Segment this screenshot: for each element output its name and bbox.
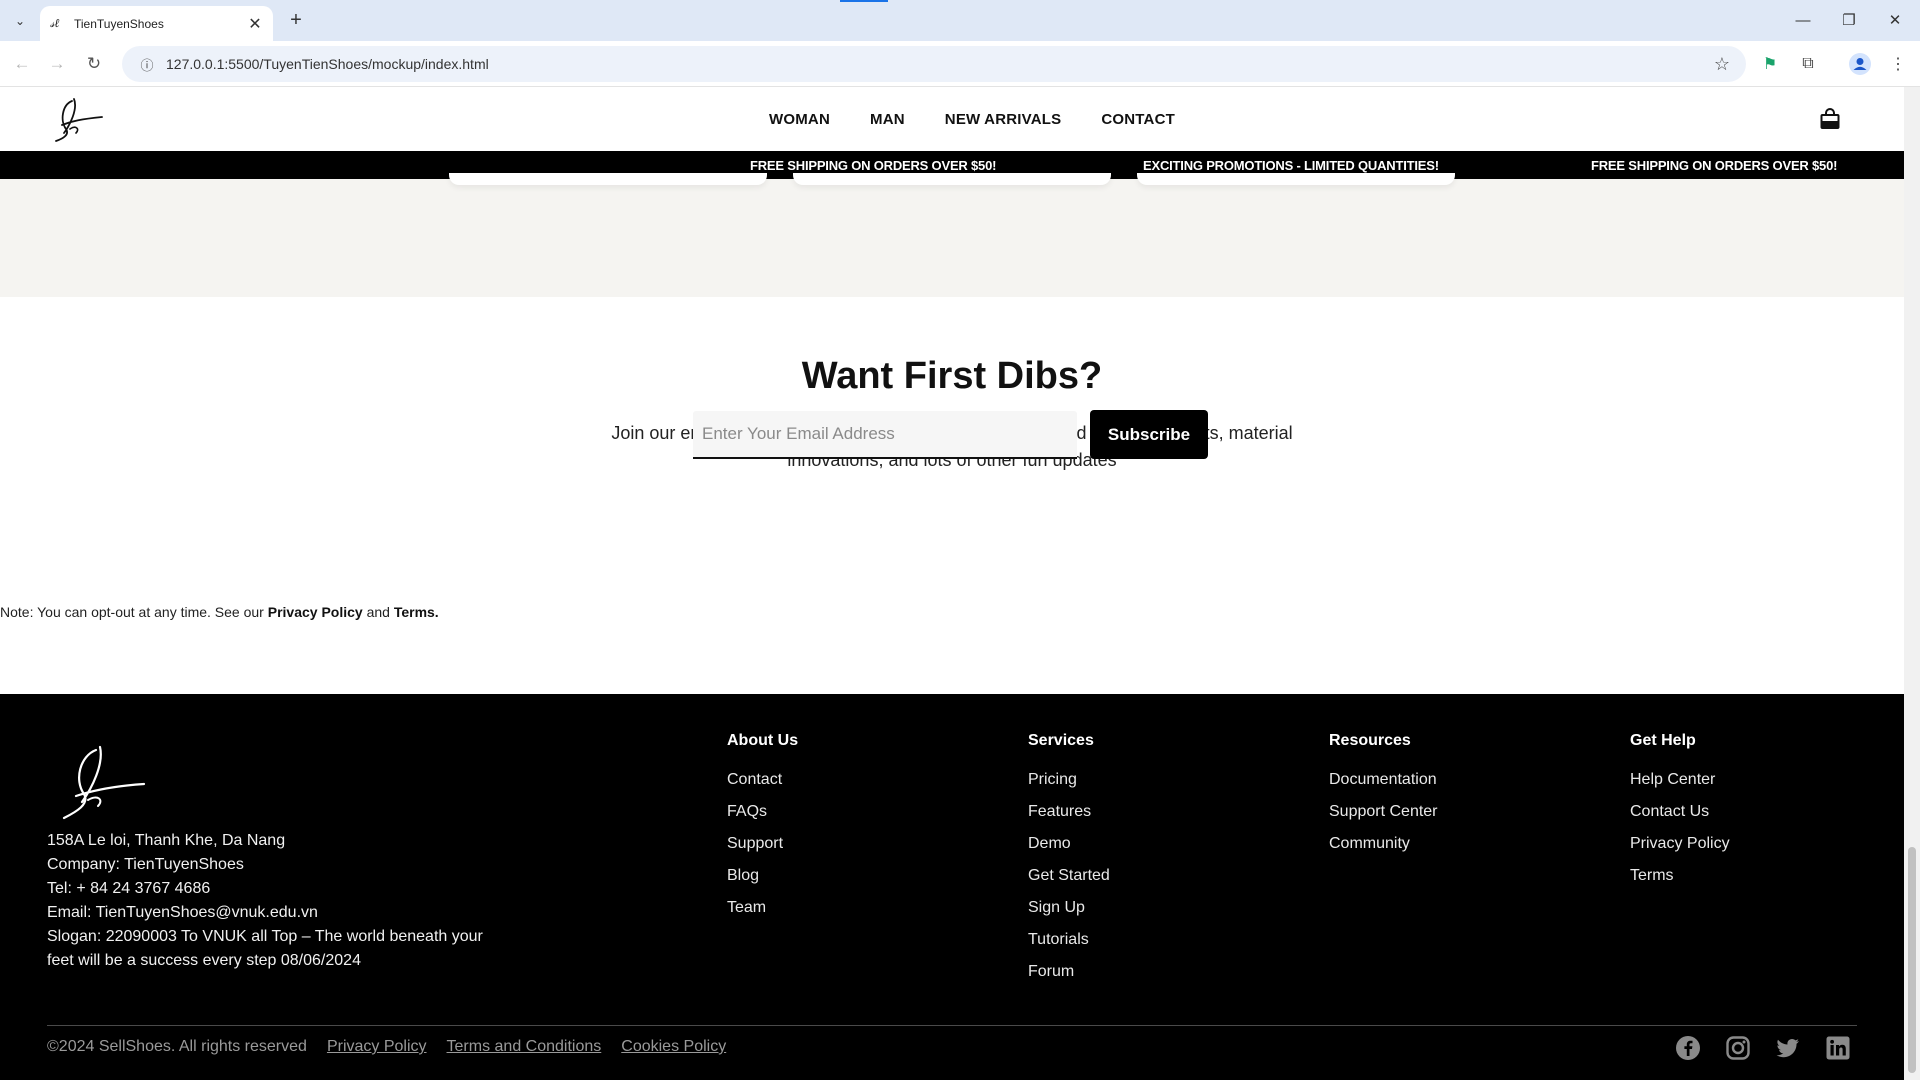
footer-divider <box>47 1025 1857 1026</box>
extension-icon[interactable]: ⚑ <box>1758 52 1782 76</box>
footer-link[interactable]: Team <box>727 892 798 924</box>
company-name: Company: TienTuyenShoes <box>47 856 244 873</box>
scrollbar-thumb[interactable] <box>1908 847 1916 1073</box>
footer-link[interactable]: Forum <box>1028 956 1110 988</box>
restore-button[interactable]: ❐ <box>1826 6 1872 34</box>
privacy-policy-link[interactable]: Privacy Policy <box>268 604 363 620</box>
footer-link[interactable]: Features <box>1028 796 1110 828</box>
site-info-icon[interactable]: ⓘ <box>132 55 162 74</box>
product-card[interactable] <box>793 173 1111 185</box>
browser-tab[interactable]: 𝓈ℓ TienTuyenShoes ✕ <box>40 6 273 41</box>
footer-column-title: Get Help <box>1630 732 1696 749</box>
company-phone: Tel: + 84 24 3767 4686 <box>47 880 211 897</box>
terms-conditions-link[interactable]: Terms and Conditions <box>447 1038 602 1056</box>
forward-button[interactable]: → <box>43 50 71 78</box>
footer-column-help: Get Help Help Center Contact Us Privacy … <box>1630 732 1730 892</box>
email-input[interactable] <box>693 411 1077 459</box>
footer-column-title: Services <box>1028 732 1094 749</box>
footer-link[interactable]: Sign Up <box>1028 892 1110 924</box>
footer-bottom-bar: ©2024 SellShoes. All rights reserved Pri… <box>47 1038 726 1056</box>
footer-link[interactable]: Support Center <box>1329 796 1438 828</box>
main-navigation: WOMAN MAN NEW ARRIVALS CONTACT <box>0 87 1904 151</box>
nav-man[interactable]: MAN <box>870 111 905 128</box>
terms-link[interactable]: Terms. <box>394 604 439 620</box>
close-window-button[interactable]: ✕ <box>1872 6 1918 34</box>
footer-link[interactable]: Demo <box>1028 828 1110 860</box>
site-footer: 158A Le loi, Thanh Khe, Da Nang Company:… <box>0 694 1904 1080</box>
company-info: 158A Le loi, Thanh Khe, Da Nang Company:… <box>47 829 487 973</box>
footer-link[interactable]: Privacy Policy <box>1630 828 1730 860</box>
products-section <box>0 173 1904 297</box>
browser-toolbar: ← → ↻ ⓘ 127.0.0.1:5500/TuyenTienShoes/mo… <box>0 41 1920 87</box>
bookmark-star-icon[interactable]: ☆ <box>1714 54 1730 75</box>
minimize-button[interactable]: — <box>1780 6 1826 34</box>
footer-link[interactable]: Pricing <box>1028 764 1110 796</box>
footer-column-about: About Us Contact FAQs Support Blog Team <box>727 732 798 924</box>
address-bar[interactable]: ⓘ 127.0.0.1:5500/TuyenTienShoes/mockup/i… <box>122 46 1746 82</box>
footer-link[interactable]: Blog <box>727 860 798 892</box>
note-prefix: Note: You can opt-out at any time. See o… <box>0 604 264 620</box>
footer-link[interactable]: Get Started <box>1028 860 1110 892</box>
footer-column-services: Services Pricing Features Demo Get Start… <box>1028 732 1110 988</box>
company-email: Email: TienTuyenShoes@vnuk.edu.vn <box>47 904 318 921</box>
product-card[interactable] <box>449 173 767 185</box>
site-header: WOMAN MAN NEW ARRIVALS CONTACT <box>0 87 1904 151</box>
reload-button[interactable]: ↻ <box>80 50 108 78</box>
nav-contact[interactable]: CONTACT <box>1101 111 1175 128</box>
promo-item: FREE SHIPPING ON ORDERS OVER $50! <box>750 158 997 173</box>
shopping-bag-icon[interactable] <box>1818 107 1842 131</box>
footer-link[interactable]: Support <box>727 828 798 860</box>
company-slogan: Slogan: 22090003 To VNUK all Top – The w… <box>47 928 483 969</box>
instagram-icon[interactable] <box>1724 1034 1752 1062</box>
nav-woman[interactable]: WOMAN <box>769 111 830 128</box>
footer-column-title: About Us <box>727 732 799 749</box>
newsletter-title: Want First Dibs? <box>801 355 1103 397</box>
footer-link[interactable]: Community <box>1329 828 1438 860</box>
copyright: ©2024 SellShoes. All rights reserved <box>47 1038 307 1055</box>
close-tab-icon[interactable]: ✕ <box>247 14 263 34</box>
privacy-policy-link[interactable]: Privacy Policy <box>327 1038 427 1056</box>
subscribe-button[interactable]: Subscribe <box>1090 410 1208 459</box>
new-tab-button[interactable]: + <box>282 8 310 32</box>
browser-tab-bar: ⌄ 𝓈ℓ TienTuyenShoes ✕ + — ❐ ✕ <box>0 0 1920 41</box>
footer-logo[interactable] <box>58 744 148 824</box>
browser-menu-icon[interactable]: ⋮ <box>1886 52 1910 76</box>
newsletter-section: Want First Dibs? Join our email list and… <box>0 297 1904 694</box>
twitter-icon[interactable] <box>1774 1034 1802 1062</box>
page-viewport: WOMAN MAN NEW ARRIVALS CONTACT FREE SHIP… <box>0 87 1904 1080</box>
extensions-puzzle-icon[interactable]: ⧉ <box>1796 52 1820 76</box>
facebook-icon[interactable] <box>1674 1034 1702 1062</box>
cookies-policy-link[interactable]: Cookies Policy <box>621 1038 726 1056</box>
footer-column-resources: Resources Documentation Support Center C… <box>1329 732 1438 860</box>
linkedin-icon[interactable] <box>1824 1034 1852 1062</box>
nav-new-arrivals[interactable]: NEW ARRIVALS <box>945 111 1062 128</box>
url-text[interactable]: 127.0.0.1:5500/TuyenTienShoes/mockup/ind… <box>166 56 1714 72</box>
product-card[interactable] <box>1137 173 1455 185</box>
footer-column-title: Resources <box>1329 732 1411 749</box>
footer-link[interactable]: Terms <box>1630 860 1730 892</box>
footer-link[interactable]: Contact Us <box>1630 796 1730 828</box>
footer-link[interactable]: Documentation <box>1329 764 1438 796</box>
profile-avatar-icon[interactable] <box>1848 52 1872 76</box>
page-scrollbar[interactable] <box>1904 87 1920 1080</box>
promo-item: FREE SHIPPING ON ORDERS OVER $50! <box>1591 158 1838 173</box>
newsletter-note: Note: You can opt-out at any time. See o… <box>0 604 1904 620</box>
footer-link[interactable]: FAQs <box>727 796 798 828</box>
company-address: 158A Le loi, Thanh Khe, Da Nang <box>47 832 286 849</box>
favicon-icon: 𝓈ℓ <box>50 16 60 30</box>
footer-link[interactable]: Help Center <box>1630 764 1730 796</box>
tab-title: TienTuyenShoes <box>74 16 164 31</box>
tab-search-chevron-icon[interactable]: ⌄ <box>8 9 32 33</box>
promo-item: EXCITING PROMOTIONS - LIMITED QUANTITIES… <box>1143 158 1439 173</box>
footer-link[interactable]: Tutorials <box>1028 924 1110 956</box>
note-and: and <box>366 604 390 620</box>
back-button[interactable]: ← <box>8 50 36 78</box>
footer-link[interactable]: Contact <box>727 764 798 796</box>
tab-strip-indicator <box>840 0 888 2</box>
